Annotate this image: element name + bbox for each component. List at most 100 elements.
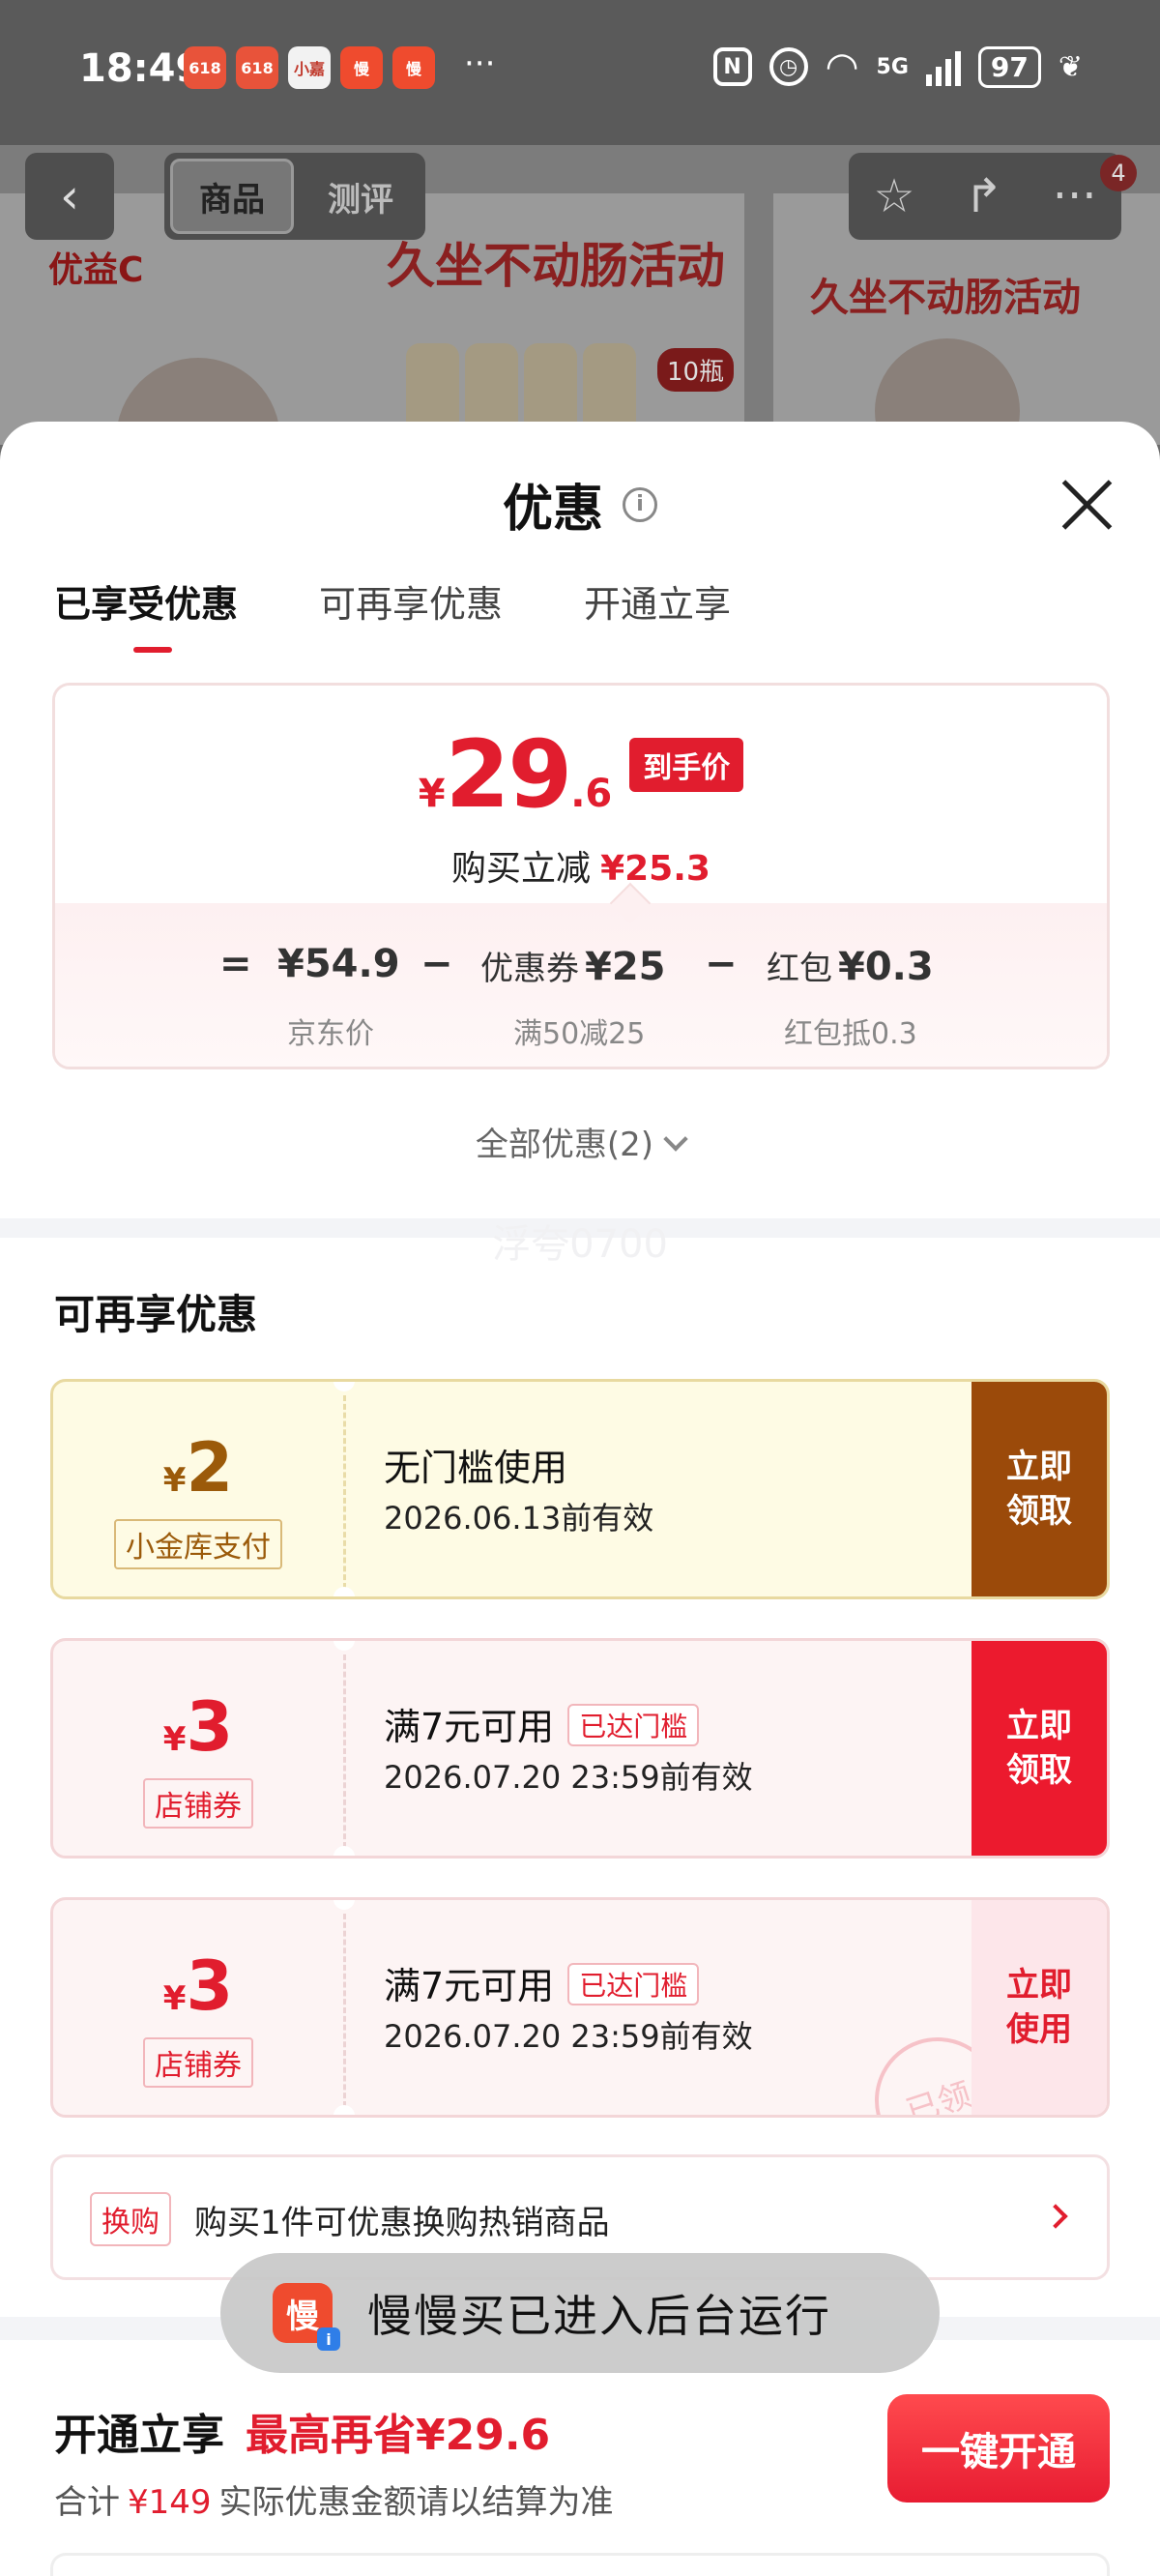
- one-click-open-button[interactable]: 一键开通: [887, 2394, 1110, 2503]
- share-icon[interactable]: ↱: [965, 169, 1003, 223]
- chevron-down-icon: [663, 1127, 688, 1152]
- coupon-card: ¥3 店铺券 满7元可用 已达门槛 2026.07.20 23:59前有效 已领 …: [50, 1897, 1110, 2118]
- back-button[interactable]: ‹: [25, 153, 114, 240]
- redpack-deduction: 红包 ¥0.3: [767, 942, 934, 989]
- app-manmanmai-icon: 慢: [273, 2283, 340, 2351]
- tab-product[interactable]: 商品: [170, 159, 294, 234]
- coupon-title: 满7元可用 已达门槛: [384, 1956, 700, 2009]
- info-icon[interactable]: i: [623, 486, 657, 522]
- coupon-value: 3: [186, 1687, 234, 1767]
- tab-review[interactable]: 测评: [302, 159, 420, 234]
- price-decimal: .6: [570, 772, 613, 816]
- coupon-expiry: 2026.07.20 23:59前有效: [384, 1759, 753, 1796]
- battery-icon: 97: [977, 45, 1041, 88]
- product-tag: 10瓶: [657, 348, 735, 392]
- background-toast: 慢 慢慢买已进入后台运行: [220, 2253, 940, 2373]
- claim-button[interactable]: 立即 领取: [972, 1382, 1107, 1596]
- toast-text: 慢慢买已进入后台运行: [367, 2290, 831, 2342]
- price-integer: 29: [445, 720, 573, 829]
- redpack-label: 红包: [767, 950, 832, 988]
- product-headline: 久坐不动肠活动: [387, 238, 725, 294]
- coupon-amount: ¥3: [53, 1687, 343, 1767]
- coupon-title-text: 满7元可用: [384, 1706, 555, 1748]
- coupon-card: ¥2 小金库支付 无门槛使用 2026.06.13前有效 立即领取: [50, 1379, 1110, 1599]
- favorite-star-icon[interactable]: ☆: [873, 169, 914, 223]
- instant-reduction: 购买立减 ¥25.3: [55, 840, 1107, 891]
- minus-sign: −: [705, 942, 738, 986]
- header-tabs: 商品 测评: [164, 153, 425, 240]
- tab-enjoyed[interactable]: 已享受优惠: [54, 574, 238, 653]
- membership-title-text: 开通立享: [54, 2411, 224, 2460]
- app-618-icon: 618: [184, 46, 226, 89]
- sheet-title: 优惠: [502, 481, 603, 539]
- swap-tag: 换购: [90, 2192, 171, 2246]
- section-title: 可再享优惠: [54, 1291, 258, 1338]
- base-price-label: 京东价: [287, 1017, 374, 1051]
- total-amount: ¥149: [128, 2483, 212, 2522]
- coupon-value: 3: [186, 1947, 234, 2026]
- signal-icon: [925, 47, 961, 86]
- use-button[interactable]: 立即 使用: [972, 1900, 1107, 2115]
- status-bar: 18:49 618 618 小嘉 慢 慢 ··· N ◷ ◠ 5G 97 ❦: [0, 0, 1160, 145]
- button-label: 使用: [1006, 2010, 1072, 2049]
- equals-sign: =: [219, 942, 252, 986]
- currency-symbol: ¥: [162, 1461, 187, 1500]
- max-saving-label: 最高再省¥29.6: [246, 2411, 551, 2460]
- base-price: ¥54.9: [277, 942, 400, 986]
- app-618-icon: 618: [236, 46, 278, 89]
- coupon-type-label: 店铺券: [143, 2037, 253, 2088]
- redpack-value: ¥0.3: [838, 945, 934, 989]
- final-price: ¥29.6 到手价: [55, 720, 1107, 829]
- button-label: 立即: [1006, 1966, 1072, 2005]
- chevron-left-icon: ‹: [60, 168, 79, 224]
- reduction-amount: ¥25.3: [600, 849, 710, 889]
- header-actions: ☆ ↱ ···: [849, 153, 1121, 240]
- discount-tabs: 已享受优惠 可再享优惠 开通立享: [54, 574, 731, 653]
- coupon-type-label: 小金库支付: [114, 1519, 282, 1569]
- membership-subtitle: 合计 ¥149 实际优惠金额请以结算为准: [54, 2475, 614, 2523]
- close-button[interactable]: [1059, 478, 1114, 532]
- coupon-title: 满7元可用 已达门槛: [384, 1697, 700, 1750]
- wifi-icon: ◠: [825, 44, 859, 89]
- tab-membership[interactable]: 开通立享: [584, 574, 731, 653]
- currency-symbol: ¥: [162, 1979, 187, 2018]
- reduction-label: 购买立减: [451, 849, 592, 889]
- coupon-label: 优惠券: [480, 950, 579, 988]
- coupon-value: 2: [186, 1428, 234, 1508]
- more-icon[interactable]: ···: [1053, 169, 1097, 223]
- total-label: 合计: [54, 2483, 120, 2522]
- coupon-type-label: 店铺券: [143, 1778, 253, 1829]
- app-manmanmai-icon: 慢: [392, 46, 435, 89]
- swap-text: 购买1件可优惠换购热销商品: [194, 2204, 610, 2242]
- coupon-expiry: 2026.06.13前有效: [384, 1500, 654, 1537]
- coupon-rule: 满50减25: [513, 1017, 646, 1051]
- claim-button[interactable]: 立即 领取: [972, 1641, 1107, 1856]
- coupon-card: ¥3 店铺券 满7元可用 已达门槛 2026.07.20 23:59前有效 立即领…: [50, 1638, 1110, 1859]
- all-discounts-toggle[interactable]: 全部优惠(2): [0, 1118, 1160, 1165]
- chevron-right-icon: [1043, 2204, 1068, 2229]
- network-type-label: 5G: [876, 54, 909, 79]
- status-indicators: N ◷ ◠ 5G 97 ❦: [712, 44, 1083, 89]
- coupon-expiry: 2026.07.20 23:59前有效: [384, 2018, 753, 2055]
- coupon-value: ¥25: [585, 945, 666, 989]
- button-label: 立即: [1006, 1448, 1072, 1486]
- tab-more-available[interactable]: 可再享优惠: [319, 574, 503, 653]
- button-label: 领取: [1006, 1492, 1072, 1531]
- leaf-icon: ❦: [1058, 49, 1083, 84]
- price-formula: = ¥54.9 − 优惠券 ¥25 − 红包 ¥0.3 京东价 满50减25 红包抵…: [55, 903, 1107, 1067]
- coupon-title-text: 满7元可用: [384, 1965, 555, 2007]
- next-card: [50, 2553, 1110, 2576]
- nfc-icon: N: [712, 47, 752, 86]
- status-app-icons: 618 618 小嘉 慢 慢: [184, 46, 435, 89]
- coupon-amount: ¥3: [53, 1947, 343, 2026]
- notification-badge: 4: [1100, 155, 1137, 191]
- app-manmanmai-icon: 慢: [340, 46, 383, 89]
- more-notifications-icon: ···: [464, 44, 496, 83]
- threshold-met-chip: 已达门槛: [567, 1963, 700, 2005]
- threshold-met-chip: 已达门槛: [567, 1704, 700, 1746]
- button-label: 领取: [1006, 1751, 1072, 1790]
- price-breakdown-card: ¥29.6 到手价 购买立减 ¥25.3 = ¥54.9 − 优惠券 ¥25 − 红包…: [52, 683, 1110, 1069]
- currency-symbol: ¥: [418, 772, 446, 816]
- coupon-title: 无门槛使用: [384, 1447, 568, 1489]
- all-discounts-label: 全部优惠(2): [475, 1126, 654, 1164]
